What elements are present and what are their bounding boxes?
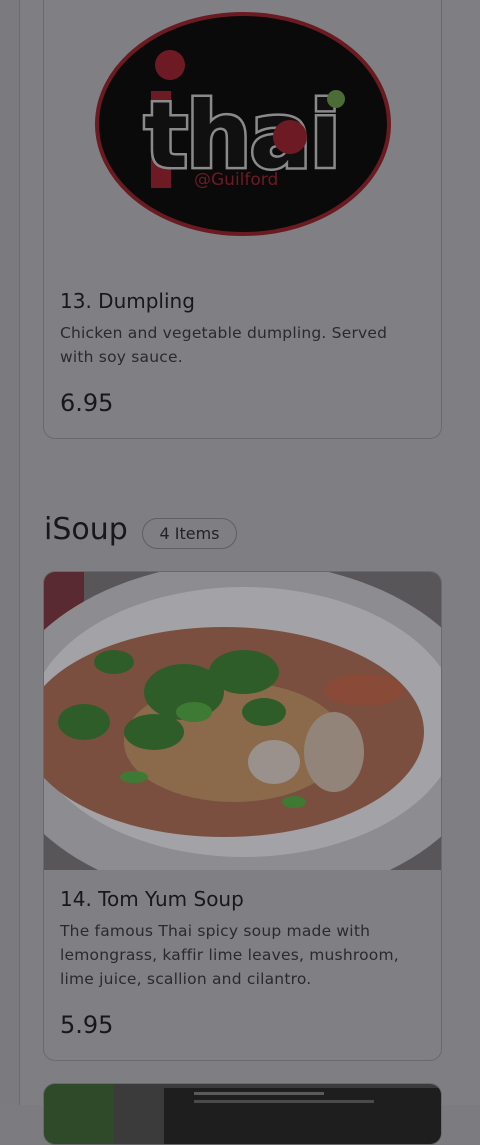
menu-item-card[interactable] <box>43 1083 442 1145</box>
food-photo <box>44 1084 441 1144</box>
item-title: 14. Tom Yum Soup <box>60 887 244 911</box>
left-rail <box>0 0 20 1105</box>
tom-yum-soup-photo <box>44 572 441 902</box>
item-title: 13. Dumpling <box>60 289 195 313</box>
item-description: The famous Thai spicy soup made with lem… <box>60 922 399 988</box>
item-price: 5.95 <box>60 1011 114 1039</box>
logo-location: @Guilford <box>194 170 278 190</box>
item-description: Chicken and vegetable dumpling. Served w… <box>60 324 388 366</box>
ithai-logo-image: thai @Guilford <box>95 12 391 236</box>
menu-item-card[interactable]: 14. Tom Yum Soup The famous Thai spicy s… <box>43 571 442 1061</box>
food-photo <box>44 572 441 902</box>
item-count-badge: 4 Items <box>142 518 237 549</box>
section-title: iSoup <box>44 512 128 547</box>
restaurant-logo: thai @Guilford <box>44 0 441 253</box>
menu-item-card[interactable]: thai @Guilford 13. Dumpling Chicken and … <box>43 0 442 439</box>
item-price: 6.95 <box>60 389 114 417</box>
